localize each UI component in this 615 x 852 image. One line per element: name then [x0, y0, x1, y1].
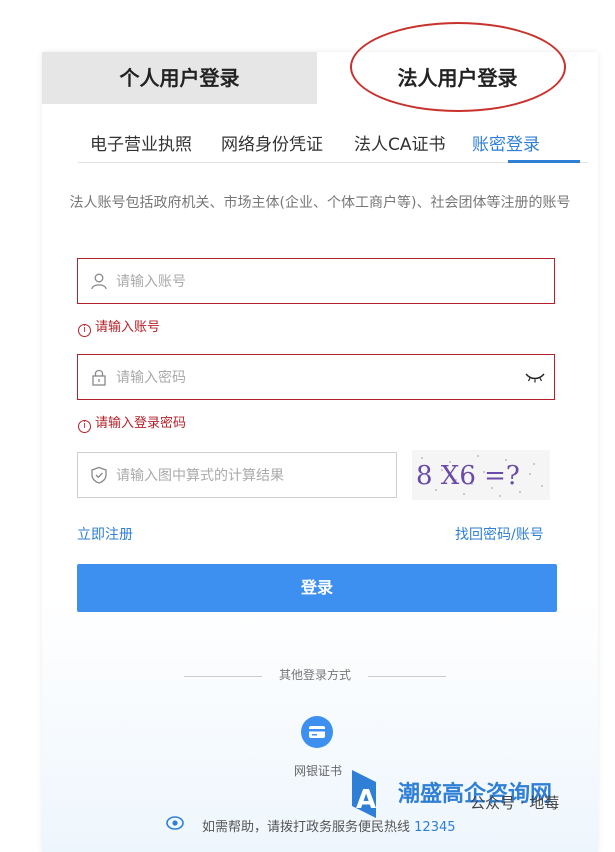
password-error: i 请输入登录密码 — [78, 412, 186, 433]
tab-corporate-login[interactable]: 法人用户登录 — [317, 52, 598, 104]
account-field[interactable] — [77, 258, 555, 304]
bank-card-icon[interactable] — [301, 716, 333, 748]
recover-password-link[interactable]: 找回密码/账号 — [455, 524, 544, 544]
captcha-image[interactable]: 8 X6 =? — [412, 450, 550, 500]
help-text: 如需帮助，请拨打政务服务便民热线 12345 — [202, 820, 456, 835]
tab-network-identity[interactable]: 网络身份凭证 — [221, 130, 323, 155]
tab-business-license[interactable]: 电子营业执照 — [90, 130, 192, 155]
error-icon: i — [78, 420, 91, 433]
password-input[interactable] — [114, 363, 498, 393]
tab-personal-login[interactable]: 个人用户登录 — [42, 52, 317, 104]
hotline-number[interactable]: 12345 — [414, 820, 455, 835]
login-button[interactable]: 登录 — [77, 564, 557, 612]
card-glyph — [309, 726, 325, 738]
captcha-field[interactable] — [77, 452, 397, 498]
tab-password-login[interactable]: 账密登录 — [472, 130, 540, 155]
eye-help-icon — [166, 816, 184, 830]
watermark-social: 公众号 · 地莓 — [470, 794, 560, 812]
captcha-graphic: 8 X6 =? — [416, 455, 543, 497]
active-tab-indicator — [508, 160, 580, 163]
login-method-tabs: 电子营业执照 网络身份凭证 法人CA证书 账密登录 — [78, 122, 588, 163]
shield-check-icon — [91, 466, 107, 484]
account-input[interactable] — [114, 267, 498, 297]
account-error: i 请输入账号 — [78, 316, 160, 337]
eye-closed-icon[interactable] — [524, 369, 546, 385]
user-icon — [91, 273, 107, 290]
watermark-logo: A — [352, 770, 376, 818]
other-login-title: 其他登录方式 — [278, 668, 351, 682]
other-login-methods: 其他登录方式 — [184, 666, 446, 686]
account-description: 法人账号包括政府机关、市场主体(企业、个体工商户等)、社会团体等注册的账号 — [69, 195, 571, 211]
password-field[interactable] — [77, 354, 555, 400]
captcha-text: 8 X6 =? — [416, 461, 520, 491]
divider-right — [368, 676, 446, 677]
svg-text:A: A — [356, 785, 376, 815]
user-type-tabs: 个人用户登录 法人用户登录 — [42, 52, 598, 104]
register-link[interactable]: 立即注册 — [77, 524, 133, 544]
login-card: 个人用户登录 法人用户登录 电子营业执照 网络身份凭证 法人CA证书 账密登录 … — [42, 22, 598, 852]
error-icon: i — [78, 324, 91, 337]
tab-corporate-ca[interactable]: 法人CA证书 — [354, 130, 446, 155]
captcha-input[interactable] — [114, 461, 388, 491]
lock-icon — [92, 369, 106, 386]
